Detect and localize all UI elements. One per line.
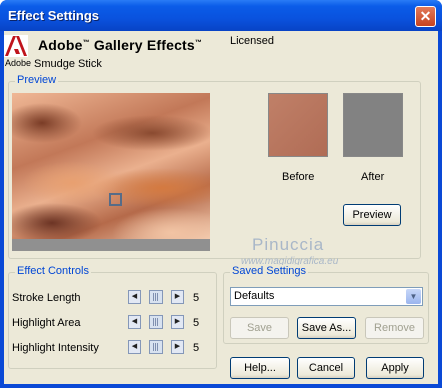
after-swatch bbox=[343, 93, 403, 157]
control-row-highlight-intensity: Highlight Intensity ◀ ▶ 5 bbox=[12, 340, 217, 358]
control-value: 5 bbox=[193, 317, 200, 329]
increase-arrow-icon[interactable]: ▶ bbox=[171, 315, 184, 329]
before-swatch bbox=[268, 93, 328, 157]
product-title-brand: Adobe bbox=[38, 37, 83, 53]
close-icon: ✕ bbox=[419, 8, 432, 24]
close-button[interactable]: ✕ bbox=[415, 6, 436, 27]
title-bar[interactable]: Effect Settings ✕ bbox=[0, 0, 442, 31]
control-row-stroke-length: Stroke Length ◀ ▶ 5 bbox=[12, 290, 217, 308]
preview-viewport-marker[interactable] bbox=[109, 193, 122, 206]
increase-arrow-icon[interactable]: ▶ bbox=[171, 290, 184, 304]
save-button[interactable]: Save bbox=[230, 317, 289, 339]
decrease-arrow-icon[interactable]: ◀ bbox=[128, 315, 141, 329]
chevron-down-icon[interactable]: ▼ bbox=[406, 289, 421, 304]
increase-arrow-icon[interactable]: ▶ bbox=[171, 340, 184, 354]
saved-settings-legend: Saved Settings bbox=[230, 265, 308, 277]
selected-setting: Defaults bbox=[234, 290, 275, 302]
control-label: Stroke Length bbox=[12, 292, 81, 304]
before-label: Before bbox=[282, 171, 315, 183]
effect-controls-legend: Effect Controls bbox=[15, 265, 91, 277]
decrease-arrow-icon[interactable]: ◀ bbox=[128, 290, 141, 304]
license-status: Licensed bbox=[230, 35, 275, 47]
apply-button[interactable]: Apply bbox=[366, 357, 424, 379]
control-value: 5 bbox=[193, 342, 200, 354]
remove-button[interactable]: Remove bbox=[365, 317, 424, 339]
slider-grip-icon[interactable] bbox=[153, 293, 159, 301]
preview-image[interactable] bbox=[12, 93, 210, 251]
save-as-button[interactable]: Save As... bbox=[297, 317, 356, 339]
dialog-body: Adobe Adobe™ Gallery Effects™ Smudge Sti… bbox=[4, 31, 438, 384]
control-label: Highlight Area bbox=[12, 317, 81, 329]
filter-name: Smudge Stick bbox=[34, 58, 102, 70]
control-value: 5 bbox=[193, 292, 200, 304]
control-row-highlight-area: Highlight Area ◀ ▶ 5 bbox=[12, 315, 217, 333]
adobe-logo-icon bbox=[4, 35, 28, 57]
cancel-button[interactable]: Cancel bbox=[297, 357, 355, 379]
watermark-title: Pinuccia bbox=[252, 235, 325, 254]
product-title: Adobe™ Gallery Effects™ bbox=[38, 37, 203, 53]
slider-track[interactable] bbox=[149, 340, 163, 354]
decrease-arrow-icon[interactable]: ◀ bbox=[128, 340, 141, 354]
help-button[interactable]: Help... bbox=[230, 357, 290, 379]
slider-grip-icon[interactable] bbox=[153, 343, 159, 351]
slider-grip-icon[interactable] bbox=[153, 318, 159, 326]
brand-label: Adobe bbox=[5, 58, 32, 68]
product-title-name: Gallery Effects bbox=[93, 37, 195, 53]
slider-track[interactable] bbox=[149, 290, 163, 304]
slider-track[interactable] bbox=[149, 315, 163, 329]
control-label: Highlight Intensity bbox=[12, 342, 99, 354]
preview-legend: Preview bbox=[15, 74, 59, 86]
after-label: After bbox=[361, 171, 385, 183]
window-title: Effect Settings bbox=[8, 8, 100, 23]
preview-button[interactable]: Preview bbox=[343, 204, 401, 226]
effect-settings-window: Effect Settings ✕ Adobe Adobe™ Gallery E… bbox=[0, 0, 442, 388]
saved-settings-select[interactable]: Defaults ▼ bbox=[230, 287, 423, 306]
